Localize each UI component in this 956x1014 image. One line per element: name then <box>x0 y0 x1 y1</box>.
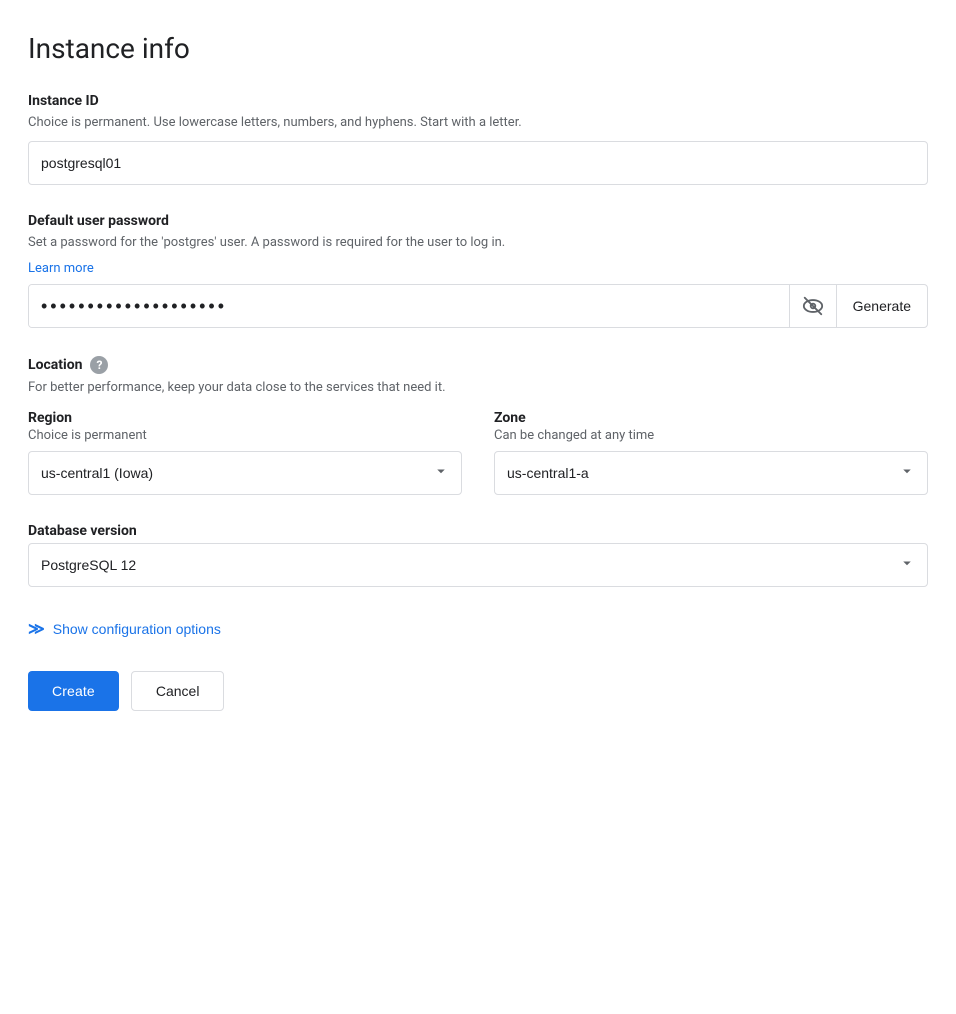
database-version-select-wrapper: PostgreSQL 12 PostgreSQL 11 PostgreSQL 1… <box>28 543 928 587</box>
location-section: Location ? For better performance, keep … <box>28 356 928 495</box>
location-help-icon[interactable]: ? <box>90 356 108 374</box>
cancel-button[interactable]: Cancel <box>131 671 225 711</box>
learn-more-link[interactable]: Learn more <box>28 261 94 276</box>
zone-label: Zone <box>494 410 928 426</box>
region-description: Choice is permanent <box>28 428 462 443</box>
location-description: For better performance, keep your data c… <box>28 378 928 398</box>
page-title: Instance info <box>28 32 928 65</box>
database-version-select[interactable]: PostgreSQL 12 PostgreSQL 11 PostgreSQL 1… <box>28 543 928 587</box>
location-label: Location <box>28 357 82 373</box>
database-version-section: Database version PostgreSQL 12 PostgreSQ… <box>28 523 928 587</box>
instance-id-input[interactable] <box>28 141 928 185</box>
instance-id-section: Instance ID Choice is permanent. Use low… <box>28 93 928 185</box>
zone-select-wrapper: us-central1-a us-central1-b us-central1-… <box>494 451 928 495</box>
region-zone-row: Region Choice is permanent us-central1 (… <box>28 410 928 495</box>
database-version-label: Database version <box>28 523 928 539</box>
password-toggle-button[interactable] <box>789 285 836 327</box>
create-button[interactable]: Create <box>28 671 119 711</box>
show-config-row: ≫ Show configuration options <box>28 619 928 639</box>
default-password-section: Default user password Set a password for… <box>28 213 928 329</box>
default-password-label: Default user password <box>28 213 928 229</box>
instance-id-description: Choice is permanent. Use lowercase lette… <box>28 113 928 133</box>
location-title-row: Location ? <box>28 356 928 374</box>
instance-id-label: Instance ID <box>28 93 928 109</box>
zone-column: Zone Can be changed at any time us-centr… <box>494 410 928 495</box>
region-label: Region <box>28 410 462 426</box>
password-wrapper: Generate <box>28 284 928 328</box>
generate-button[interactable]: Generate <box>836 285 927 327</box>
default-password-description: Set a password for the 'postgres' user. … <box>28 233 928 253</box>
region-select[interactable]: us-central1 (Iowa) us-east1 (South Carol… <box>28 451 462 495</box>
chevron-down-icon: ≫ <box>28 619 45 639</box>
zone-select[interactable]: us-central1-a us-central1-b us-central1-… <box>494 451 928 495</box>
eye-icon <box>802 295 824 317</box>
region-column: Region Choice is permanent us-central1 (… <box>28 410 462 495</box>
show-config-label: Show configuration options <box>53 621 221 637</box>
region-select-wrapper: us-central1 (Iowa) us-east1 (South Carol… <box>28 451 462 495</box>
show-configuration-options-button[interactable]: ≫ Show configuration options <box>28 619 221 639</box>
zone-description: Can be changed at any time <box>494 428 928 443</box>
password-input[interactable] <box>29 285 789 327</box>
actions-row: Create Cancel <box>28 671 928 711</box>
